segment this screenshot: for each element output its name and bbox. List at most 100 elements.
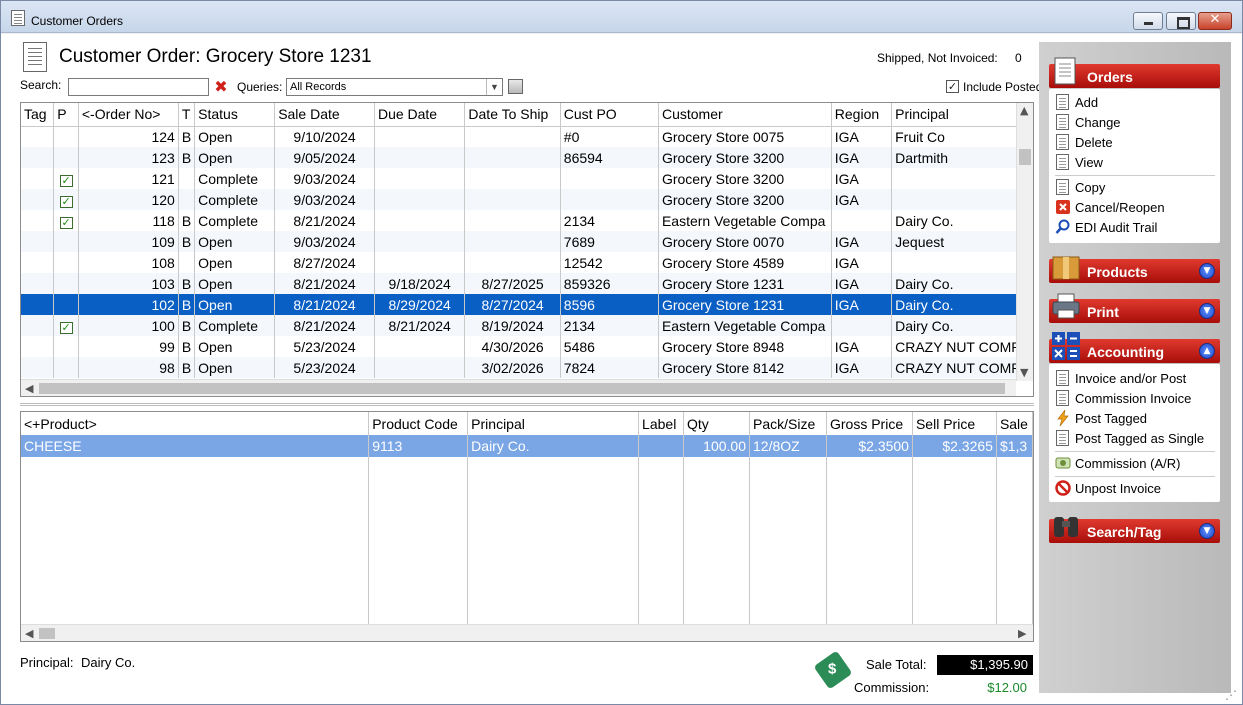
close-button[interactable]: ✕ (1198, 12, 1232, 30)
col-header-due-date[interactable]: Due Date (374, 103, 466, 127)
col-header-order-no[interactable]: <-Order No> (78, 103, 179, 127)
col-header-sale[interactable]: Sale (996, 412, 1033, 435)
clear-search-icon[interactable]: ✖ (213, 79, 229, 95)
col-header-sale-date[interactable]: Sale Date (274, 103, 375, 127)
table-row[interactable]: 102 B Open 8/21/2024 8/29/2024 8/27/2024 8596 G… (21, 294, 1033, 315)
cell-tag (21, 294, 55, 315)
col-header-tag[interactable]: Tag (21, 103, 55, 127)
footer-principal-label: Principal: (20, 655, 74, 670)
table-row[interactable]: 108 Open 8/27/2024 12542 Grocery Store 4589 I… (21, 252, 1033, 273)
cell-order-no: 123 (78, 147, 179, 168)
orders-panel-header[interactable]: Orders (1049, 57, 1220, 88)
col-header-pack-size[interactable]: Pack/Size (749, 412, 827, 435)
cell-status: Open (194, 252, 276, 273)
cell-p[interactable] (53, 336, 79, 357)
cell-date-to-ship (464, 231, 561, 252)
pane-splitter[interactable] (20, 403, 1034, 406)
products-expand-icon[interactable]: ▼ (1199, 263, 1215, 279)
include-posted-checkbox[interactable]: ✓ (946, 80, 959, 93)
cell-p[interactable] (53, 126, 79, 147)
table-row[interactable]: 109 B Open 9/03/2024 7689 Grocery Store 0070 I… (21, 231, 1033, 252)
cell-p[interactable] (53, 252, 79, 273)
col-header-sell-price[interactable]: Sell Price (912, 412, 997, 435)
post-single-icon (1056, 430, 1069, 446)
table-row[interactable]: ✓ 118 B Complete 8/21/2024 2134 Eastern Vegeta… (21, 210, 1033, 231)
print-expand-icon[interactable]: ▼ (1199, 303, 1215, 319)
col-header-cust-po[interactable]: Cust PO (560, 103, 659, 127)
search-tag-panel-header[interactable]: Search/Tag ▼ (1049, 517, 1220, 543)
col-header-line-principal[interactable]: Principal (467, 412, 640, 435)
queries-select[interactable]: All Records ▼ (286, 78, 503, 96)
cell-p[interactable] (53, 357, 79, 378)
cell-p[interactable]: ✓ (53, 315, 79, 336)
scroll-up-icon[interactable]: ▲ (1020, 104, 1028, 117)
search-input[interactable] (68, 78, 209, 96)
cell-sale-date: 9/03/2024 (274, 168, 375, 189)
col-header-product-code[interactable]: Product Code (368, 412, 469, 435)
col-header-qty[interactable]: Qty (683, 412, 750, 435)
orders-grid[interactable]: Tag P <-Order No> T Status Sale Date Due… (20, 102, 1034, 397)
table-row[interactable]: 123 B Open 9/05/2024 86594 Grocery Store 3200… (21, 147, 1033, 168)
products-panel-header[interactable]: Products ▼ (1049, 256, 1220, 283)
cell-p[interactable]: ✓ (53, 168, 79, 189)
col-header-status[interactable]: Status (194, 103, 276, 127)
table-row[interactable]: 99 B Open 5/23/2024 4/30/2026 5486 Grocery Sto… (21, 336, 1033, 357)
cell-p[interactable] (53, 147, 79, 168)
cell-sale: $1,3 (996, 435, 1033, 457)
table-row[interactable]: 103 B Open 8/21/2024 9/18/2024 8/27/2025 85932… (21, 273, 1033, 294)
table-row[interactable]: CHEESE 9113 Dairy Co. 100.00 12/8OZ $2.3… (21, 435, 1033, 457)
table-row[interactable]: ✓ 121 Complete 9/03/2024 Grocery Store 3200 I… (21, 168, 1033, 189)
col-header-product[interactable]: <+Product> (21, 412, 370, 435)
accounting-panel-header[interactable]: Accounting ▲ (1049, 332, 1220, 363)
minimize-button[interactable] (1133, 12, 1163, 30)
scroll-left-icon[interactable]: ◀ (25, 627, 33, 640)
maximize-button[interactable] (1166, 12, 1196, 30)
scroll-right-icon[interactable]: ▶ (1018, 627, 1026, 640)
orders-vertical-scrollbar[interactable]: ▲ ▼ (1016, 103, 1033, 381)
orders-horizontal-scrollbar[interactable]: ◀ (21, 379, 1016, 396)
table-row[interactable]: 124 B Open 9/10/2024 #0 Grocery Store 0075 IGA… (21, 126, 1033, 147)
table-row[interactable]: ✓ 100 B Complete 8/21/2024 8/21/2024 8/19/2024… (21, 315, 1033, 336)
order-lines-grid[interactable]: <+Product> Product Code Principal Label … (20, 411, 1034, 642)
save-query-icon[interactable] (508, 79, 523, 94)
lines-horizontal-scrollbar[interactable]: ◀ ▶ (21, 624, 1033, 641)
col-header-date-to-ship[interactable]: Date To Ship (464, 103, 561, 127)
cell-p[interactable] (53, 273, 79, 294)
scroll-thumb[interactable] (39, 383, 1005, 394)
scroll-down-icon[interactable]: ▼ (1020, 366, 1028, 379)
cell-p[interactable] (53, 231, 79, 252)
table-row[interactable]: 98 B Open 5/23/2024 3/02/2026 7824 Grocery Sto… (21, 357, 1033, 378)
cell-principal (891, 189, 1033, 210)
cell-status: Open (194, 294, 276, 315)
scroll-left-icon[interactable]: ◀ (25, 382, 33, 395)
cell-p[interactable]: ✓ (53, 210, 79, 231)
orders-table: Tag P <-Order No> T Status Sale Date Due… (21, 103, 1033, 378)
resize-grip-icon[interactable]: ⋰ (1225, 688, 1239, 702)
scroll-thumb[interactable] (39, 628, 55, 639)
cell-customer: Grocery Store 8142 (658, 357, 832, 378)
col-header-label[interactable]: Label (638, 412, 685, 435)
cell-t: B (178, 210, 196, 231)
cell-p[interactable]: ✓ (53, 189, 79, 210)
cell-due-date (374, 189, 466, 210)
col-header-region[interactable]: Region (831, 103, 893, 127)
col-header-p[interactable]: P (53, 103, 79, 127)
cell-t: B (178, 336, 196, 357)
cell-principal: CRAZY NUT COMPA (891, 336, 1033, 357)
print-panel-header[interactable]: Print ▼ (1049, 293, 1220, 323)
cell-date-to-ship: 8/27/2024 (464, 294, 561, 315)
cell-cust-po: 7824 (560, 357, 659, 378)
title-bar[interactable]: Customer Orders ✕ (1, 1, 1242, 33)
accounting-collapse-icon[interactable]: ▲ (1199, 343, 1215, 359)
col-header-t[interactable]: T (178, 103, 196, 127)
col-header-principal[interactable]: Principal (891, 103, 1033, 127)
cell-tag (21, 147, 55, 168)
cell-status: Open (194, 126, 276, 147)
col-header-gross-price[interactable]: Gross Price (826, 412, 913, 435)
table-row[interactable]: ✓ 120 Complete 9/03/2024 Grocery Store 3200 I… (21, 189, 1033, 210)
col-header-customer[interactable]: Customer (658, 103, 832, 127)
scroll-thumb[interactable] (1019, 149, 1031, 165)
cell-p[interactable] (53, 294, 79, 315)
search-tag-expand-icon[interactable]: ▼ (1199, 523, 1215, 539)
chevron-down-icon[interactable]: ▼ (486, 79, 502, 95)
